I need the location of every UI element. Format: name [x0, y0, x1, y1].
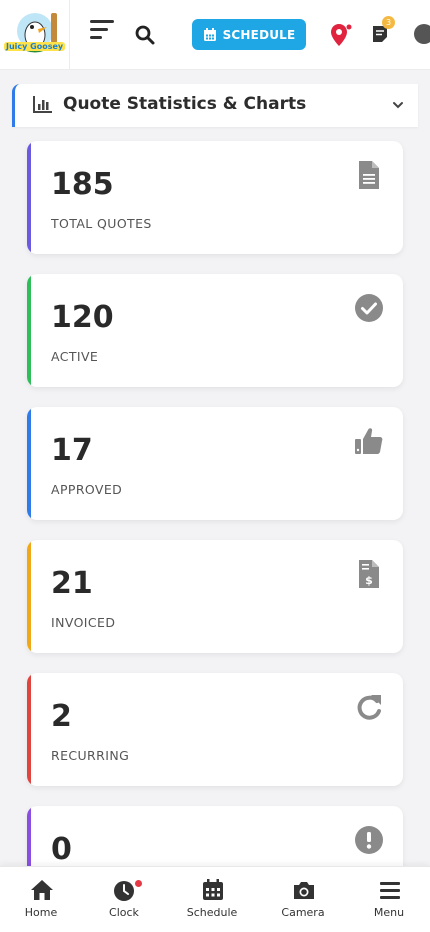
- stat-value: 2: [51, 699, 72, 734]
- section-title: Quote Statistics & Charts: [63, 94, 307, 114]
- card-accent: [27, 274, 31, 387]
- nav-label: Schedule: [186, 906, 238, 919]
- home-icon: [31, 880, 53, 900]
- stat-label: RECURRING: [51, 748, 130, 763]
- nav-item-home[interactable]: Home: [1, 867, 81, 932]
- svg-text:$: $: [365, 574, 373, 587]
- nav-label: Camera: [281, 906, 325, 919]
- stat-label: INVOICED: [51, 615, 116, 630]
- nav-item-camera[interactable]: Camera: [263, 867, 343, 932]
- thumbs-up-icon: [355, 428, 383, 454]
- bottom-navigation: Home Clock Schedule Camera Menu: [0, 866, 430, 932]
- nav-item-menu[interactable]: Menu: [349, 867, 429, 932]
- card-accent: [27, 540, 31, 653]
- chevron-down-icon[interactable]: [392, 99, 404, 111]
- calendar-icon: [203, 879, 223, 900]
- stat-value: 0: [51, 832, 72, 867]
- stats-card-list: 185 TOTAL QUOTES 120 ACTIVE 17 APPROVED: [27, 141, 403, 932]
- avatar[interactable]: [414, 24, 430, 44]
- stat-card-approved[interactable]: 17 APPROVED: [27, 407, 403, 520]
- nav-label: Clock: [109, 906, 139, 919]
- stat-label: APPROVED: [51, 482, 123, 497]
- schedule-button-label: SCHEDULE: [222, 27, 296, 42]
- logo-wordmark: Juicy Goosey: [4, 42, 66, 51]
- stat-value: 120: [51, 300, 114, 335]
- stat-label: TOTAL QUOTES: [51, 216, 152, 231]
- card-accent: [27, 673, 31, 786]
- clock-status-dot: [135, 880, 142, 887]
- nav-label: Menu: [373, 906, 405, 919]
- stat-card-invoiced[interactable]: 21 INVOICED $: [27, 540, 403, 653]
- stat-value: 185: [51, 167, 114, 202]
- clock-icon: [114, 881, 134, 901]
- document-icon: [359, 161, 379, 189]
- stat-card-total-quotes[interactable]: 185 TOTAL QUOTES: [27, 141, 403, 254]
- sidebar-toggle-icon[interactable]: [90, 20, 114, 40]
- calendar-icon: [203, 27, 216, 41]
- stat-value: 17: [51, 433, 93, 468]
- exclamation-circle-icon: [355, 826, 383, 854]
- bar-chart-icon: [33, 96, 52, 113]
- redo-icon: [357, 695, 381, 720]
- notification-badge: 3: [382, 16, 395, 29]
- camera-icon: [294, 882, 314, 899]
- stat-card-recurring[interactable]: 2 RECURRING: [27, 673, 403, 786]
- search-icon[interactable]: [135, 25, 155, 45]
- stat-card-active[interactable]: 120 ACTIVE: [27, 274, 403, 387]
- stat-label: ACTIVE: [51, 349, 99, 364]
- app-logo[interactable]: Juicy Goosey: [0, 0, 70, 70]
- stat-value: 21: [51, 566, 93, 601]
- card-accent: [27, 141, 31, 254]
- nav-item-schedule[interactable]: Schedule: [172, 867, 252, 932]
- nav-label: Home: [24, 906, 58, 919]
- location-pin-icon[interactable]: [330, 23, 352, 47]
- goose-logo-icon: [16, 13, 57, 53]
- menu-icon: [380, 882, 400, 899]
- check-circle-icon: [355, 294, 383, 322]
- top-bar: Juicy Goosey SCHEDULE 3: [0, 0, 430, 70]
- schedule-button[interactable]: SCHEDULE: [192, 19, 306, 50]
- quote-stats-section-header[interactable]: Quote Statistics & Charts: [12, 84, 418, 127]
- card-accent: [27, 407, 31, 520]
- nav-item-clock[interactable]: Clock: [84, 867, 164, 932]
- invoice-dollar-icon: $: [359, 560, 379, 588]
